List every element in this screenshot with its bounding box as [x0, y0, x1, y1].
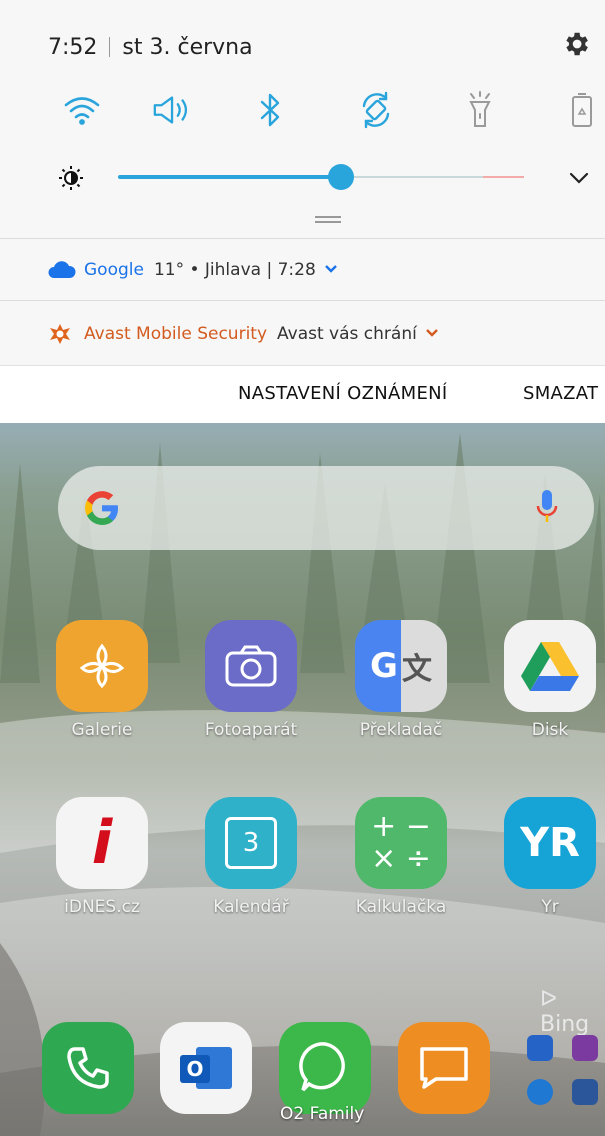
brightness-fill: [118, 175, 342, 179]
app-disk[interactable]: Disk: [490, 620, 605, 740]
cloud-icon: [48, 259, 76, 281]
notification-avast[interactable]: Avast Mobile Security Avast vás chrání: [0, 300, 605, 366]
outlook-mini-icon[interactable]: [527, 1035, 553, 1061]
app-fotoaparat[interactable]: Fotoaparát: [191, 620, 311, 740]
auto-rotate-icon[interactable]: [354, 88, 398, 132]
app-idnes[interactable]: i iDNES.cz: [42, 797, 162, 917]
date: st 3. června: [122, 34, 253, 60]
brightness-row: [0, 157, 605, 197]
notification-app-name: Google: [84, 260, 144, 280]
clock: 7:52: [48, 34, 98, 60]
app-label: Fotoaparát: [204, 720, 298, 740]
app-label: Kalendář: [213, 897, 289, 917]
clear-button[interactable]: SMAZAT: [523, 383, 598, 404]
notification-actions: NASTAVENÍ OZNÁMENÍ SMAZAT: [0, 365, 605, 424]
outlook-icon[interactable]: O: [160, 1022, 252, 1114]
app-label: iDNES.cz: [64, 897, 140, 917]
app-label: Kalkulačka: [355, 897, 447, 917]
app-kalkulacka[interactable]: + − × ÷ Kalkulačka: [341, 797, 461, 917]
calendar-day: 3: [225, 817, 277, 869]
brightness-thumb[interactable]: [328, 164, 355, 190]
gallery-flower-icon: [56, 620, 148, 712]
notification-text: 11° • Jihlava | 7:28: [153, 260, 316, 280]
divider: [109, 37, 111, 57]
carrier-label: O2 Family: [280, 1104, 365, 1124]
chevron-down-icon[interactable]: [324, 262, 338, 278]
app-label: Disk: [531, 720, 569, 740]
whatsapp-icon[interactable]: [279, 1022, 371, 1114]
notification-settings-button[interactable]: NASTAVENÍ OZNÁMENÍ: [238, 383, 448, 404]
phone-icon[interactable]: [42, 1022, 134, 1114]
app-galerie[interactable]: Galerie: [42, 620, 162, 740]
sound-icon[interactable]: [151, 88, 195, 132]
brightness-track-high: [483, 176, 524, 178]
settings-gear-icon[interactable]: [561, 29, 591, 59]
svg-text:O: O: [186, 1057, 203, 1081]
quick-toggles: [0, 88, 605, 132]
notification-google[interactable]: Google 11° • Jihlava | 7:28: [0, 238, 605, 301]
chevron-down-icon[interactable]: [566, 165, 592, 191]
bing-icon: ᐅ: [540, 987, 557, 1012]
google-g-icon: [82, 488, 122, 532]
brightness-icon: [58, 165, 84, 191]
app-label: Yr: [541, 897, 559, 917]
google-search-bar[interactable]: [58, 466, 594, 550]
messages-icon[interactable]: [398, 1022, 490, 1114]
word-mini-icon[interactable]: [572, 1079, 598, 1105]
app-yr[interactable]: YR Yr: [490, 797, 605, 917]
calculator-icon: + − × ÷: [355, 797, 447, 889]
calendar-icon: 3: [205, 797, 297, 889]
bluetooth-icon[interactable]: [248, 88, 292, 132]
translate-icon: G文: [355, 620, 447, 712]
google-drive-icon: [504, 620, 596, 712]
camera-icon: [205, 620, 297, 712]
quick-panel: 7:52 st 3. června: [0, 0, 605, 238]
app-label: Překladač: [359, 720, 443, 740]
chevron-down-icon[interactable]: [425, 326, 439, 342]
microphone-icon[interactable]: [534, 488, 560, 532]
app-prekladac[interactable]: G文 Překladač: [341, 620, 461, 740]
flashlight-icon[interactable]: [458, 88, 502, 132]
status-row: 7:52 st 3. června: [48, 32, 253, 62]
app-label: Galerie: [71, 720, 133, 740]
yr-icon: YR: [504, 797, 596, 889]
home-screen: Galerie Fotoaparát G文 Překladač Disk i i…: [0, 423, 605, 1136]
wifi-icon[interactable]: [60, 88, 104, 132]
power-saving-icon[interactable]: [560, 88, 604, 132]
onedrive-mini-icon[interactable]: [527, 1079, 553, 1105]
panel-drag-handle[interactable]: [315, 216, 341, 224]
bing-widget[interactable]: ᐅ Bing: [540, 987, 605, 1037]
onenote-mini-icon[interactable]: [572, 1035, 598, 1061]
idnes-icon: i: [56, 797, 148, 889]
notification-app-name: Avast Mobile Security: [84, 323, 268, 344]
notification-text: Avast vás chrání: [277, 323, 417, 344]
app-kalendar[interactable]: 3 Kalendář: [191, 797, 311, 917]
avast-icon: [48, 323, 76, 345]
